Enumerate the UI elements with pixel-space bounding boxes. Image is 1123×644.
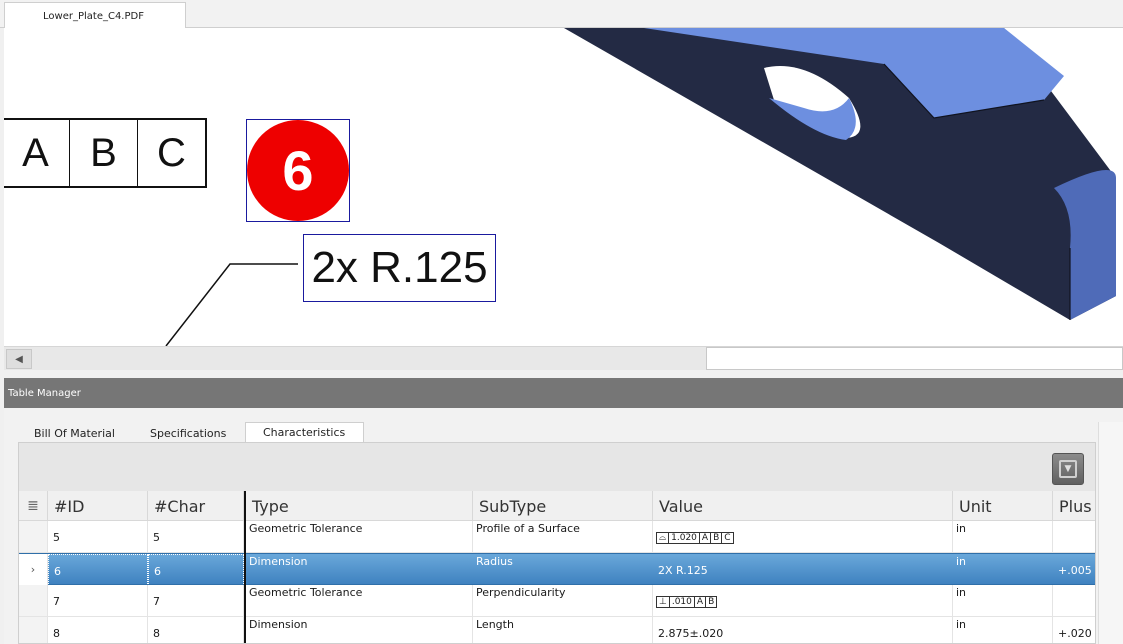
datum-b: B <box>69 120 137 186</box>
row-selector[interactable] <box>19 585 48 617</box>
cell-char: 8 <box>148 617 244 644</box>
datum-ref: A <box>695 597 706 607</box>
cell-type: Dimension <box>246 554 473 586</box>
frozen-column-divider <box>244 491 246 644</box>
document-tab-strip: Lower_Plate_C4.PDF <box>0 0 1123 28</box>
vertical-scrollbar[interactable] <box>1098 422 1123 644</box>
datum-reference-frame: A B C <box>4 118 207 188</box>
characteristic-balloon[interactable]: 6 <box>247 120 349 221</box>
document-tab[interactable]: Lower_Plate_C4.PDF <box>4 2 186 29</box>
profile-surface-icon: ⌓ <box>657 533 669 543</box>
tab-characteristics[interactable]: Characteristics <box>245 422 364 442</box>
column-header-unit[interactable]: Unit <box>953 491 1053 521</box>
datum-a: A <box>4 120 69 186</box>
table-row-selected[interactable]: › 6 6 Dimension Radius 2X R.125 in +.005 <box>19 553 1096 585</box>
cell-unit: in <box>953 554 1053 586</box>
list-menu-icon: ≣ <box>27 498 39 520</box>
datum-c: C <box>137 120 205 186</box>
cell-plus-tol <box>1053 521 1096 553</box>
horizontal-scrollbar[interactable]: ◀ <box>4 346 1123 370</box>
cell-type: Geometric Tolerance <box>246 585 473 617</box>
tab-bill-of-material[interactable]: Bill Of Material <box>34 422 115 442</box>
perpendicularity-icon: ⊥ <box>657 597 670 607</box>
scroll-left-button[interactable]: ◀ <box>6 349 32 369</box>
chevron-right-icon: › <box>31 563 35 576</box>
datum-ref: A <box>700 533 711 543</box>
feature-control-frame: ⌓ 1.020 A B C <box>656 532 734 544</box>
cell-value: 2X R.125 <box>653 554 953 586</box>
row-selector[interactable]: › <box>19 554 48 586</box>
cell-subtype: Profile of a Surface <box>473 521 653 553</box>
dropdown-menu-icon: ▼ <box>1059 460 1077 478</box>
tolerance-value: 1.020 <box>669 533 700 543</box>
app-window: Lower_Plate_C4.PDF A B C 6 2x R <box>0 0 1123 644</box>
cell-subtype: Length <box>473 617 653 644</box>
column-header-id[interactable]: #ID <box>48 491 148 521</box>
column-header-char[interactable]: #Char <box>148 491 244 521</box>
column-header-type[interactable]: Type <box>246 491 473 521</box>
characteristics-grid: ▼ ≣ #ID #Char Type SubType Value Unit Pl… <box>18 442 1096 644</box>
cell-type: Geometric Tolerance <box>246 521 473 553</box>
table-manager-tabs: Bill Of Material Specifications Characte… <box>4 422 1104 442</box>
grid-toolbar: ▼ <box>19 443 1096 491</box>
cell-unit: in <box>953 521 1053 553</box>
select-all-header[interactable]: ≣ <box>19 491 48 521</box>
cell-char: 6 <box>148 554 244 586</box>
cell-plus-tol <box>1053 585 1096 617</box>
column-header-value[interactable]: Value <box>653 491 953 521</box>
cell-value: ⌓ 1.020 A B C <box>653 521 953 553</box>
cell-id: 7 <box>48 585 148 617</box>
cell-char: 7 <box>148 585 244 617</box>
row-selector[interactable] <box>19 521 48 553</box>
balloon-selection-box[interactable]: 6 <box>246 119 350 222</box>
column-header-plus-tol[interactable]: Plus T <box>1053 491 1096 521</box>
tab-specifications[interactable]: Specifications <box>150 422 226 442</box>
drawing-viewport[interactable]: A B C 6 2x R.125 <box>4 28 1123 346</box>
cell-subtype: Perpendicularity <box>473 585 653 617</box>
scrollbar-thumb[interactable] <box>706 347 1123 370</box>
cell-char: 5 <box>148 521 244 553</box>
table-manager-header: Table Manager <box>4 378 1123 408</box>
triangle-left-icon: ◀ <box>15 354 23 365</box>
row-selector[interactable] <box>19 617 48 644</box>
table-manager-panel: Bill Of Material Specifications Characte… <box>4 408 1123 644</box>
table-row[interactable]: 5 5 Geometric Tolerance Profile of a Sur… <box>19 521 1096 553</box>
column-header-subtype[interactable]: SubType <box>473 491 653 521</box>
cell-id: 5 <box>48 521 148 553</box>
cell-plus-tol: +.020 <box>1053 617 1096 644</box>
feature-control-frame: ⊥ .010 A B <box>656 596 717 608</box>
cell-type: Dimension <box>246 617 473 644</box>
cell-plus-tol: +.005 <box>1053 554 1096 586</box>
cell-unit: in <box>953 585 1053 617</box>
datum-ref: C <box>722 533 732 543</box>
table-row[interactable]: 8 8 Dimension Length 2.875±.020 in +.020 <box>19 617 1096 644</box>
table-row[interactable]: 7 7 Geometric Tolerance Perpendicularity… <box>19 585 1096 617</box>
datum-ref: B <box>706 597 716 607</box>
cell-value: 2.875±.020 <box>653 617 953 644</box>
cell-id: 6 <box>48 554 148 586</box>
grid-options-button[interactable]: ▼ <box>1052 453 1084 485</box>
cell-value: ⊥ .010 A B <box>653 585 953 617</box>
cell-unit: in <box>953 617 1053 644</box>
dimension-annotation[interactable]: 2x R.125 <box>303 234 496 302</box>
datum-ref: B <box>711 533 722 543</box>
cell-subtype: Radius <box>473 554 653 586</box>
tolerance-value: .010 <box>670 597 695 607</box>
cell-id: 8 <box>48 617 148 644</box>
